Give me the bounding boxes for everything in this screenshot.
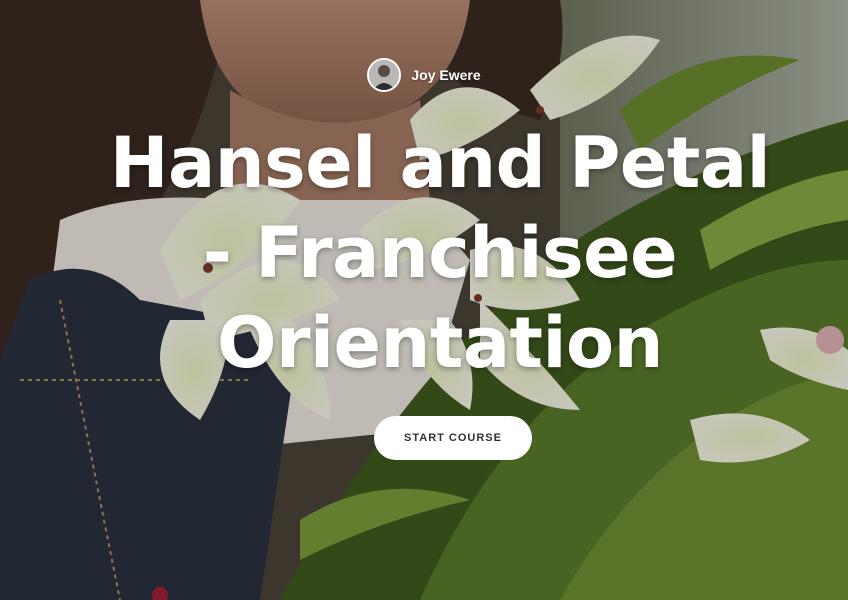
- start-course-button[interactable]: START COURSE: [374, 416, 532, 460]
- person-avatar-icon: [369, 60, 400, 90]
- author-avatar: [367, 58, 402, 92]
- course-author: Joy Ewere: [0, 58, 848, 92]
- course-hero: Joy Ewere Hansel and Petal - Franchisee …: [0, 0, 848, 600]
- course-title: Hansel and Petal - Franchisee Orientatio…: [109, 122, 771, 384]
- author-name: Joy Ewere: [411, 67, 481, 83]
